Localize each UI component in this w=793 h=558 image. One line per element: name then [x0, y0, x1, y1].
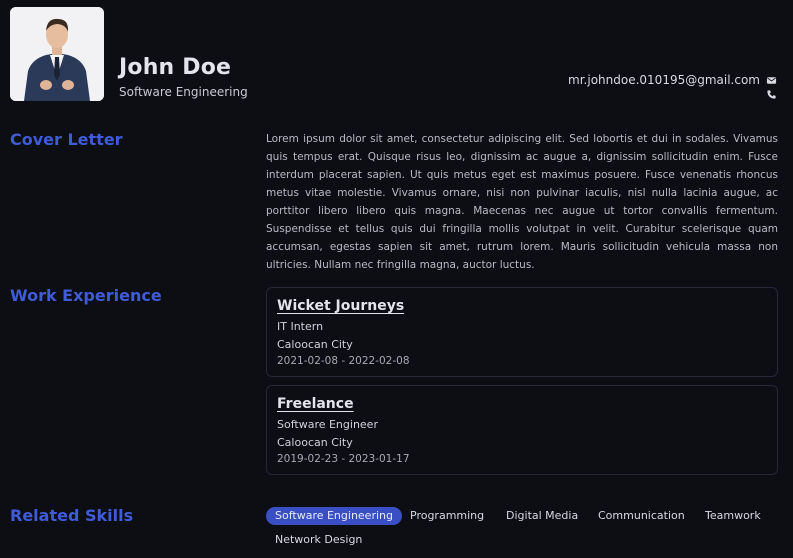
avatar — [10, 7, 104, 101]
skill-chip[interactable]: Digital Media — [497, 507, 587, 525]
job-card: Freelance Software Engineer Caloocan Cit… — [266, 385, 778, 475]
skill-chip[interactable]: Communication — [589, 507, 694, 525]
section-title-cover-letter: Cover Letter — [10, 130, 123, 149]
job-role: Software Engineer — [277, 418, 378, 431]
profile-header: John Doe Software Engineering mr.johndoe… — [0, 0, 793, 110]
section-title-related-skills: Related Skills — [10, 506, 134, 525]
job-dates: 2021-02-08 - 2022-02-08 — [277, 355, 410, 367]
job-role: IT Intern — [277, 320, 324, 333]
job-card: Wicket Journeys IT Intern Caloocan City … — [266, 287, 778, 377]
job-location: Caloocan City — [277, 436, 353, 449]
email-text[interactable]: mr.johndoe.010195@gmail.com — [568, 73, 760, 87]
skill-chip[interactable]: Teamwork — [696, 507, 770, 525]
job-company[interactable]: Wicket Journeys — [277, 298, 404, 314]
cover-letter-text: Lorem ipsum dolor sit amet, consectetur … — [266, 133, 778, 271]
profile-title: Software Engineering — [119, 85, 248, 99]
job-location: Caloocan City — [277, 338, 353, 351]
job-dates: 2019-02-23 - 2023-01-17 — [277, 453, 410, 465]
avatar-photo — [10, 7, 104, 101]
phone-icon — [767, 90, 776, 99]
email-contact[interactable]: mr.johndoe.010195@gmail.com — [568, 73, 777, 87]
profile-name: John Doe — [119, 55, 232, 80]
section-title-work-experience: Work Experience — [10, 286, 162, 305]
job-company[interactable]: Freelance — [277, 396, 354, 412]
phone-contact[interactable] — [766, 89, 777, 100]
skill-chip[interactable]: Programming — [401, 507, 493, 525]
skill-chip[interactable]: Software Engineering — [266, 507, 402, 525]
envelope-icon — [766, 76, 777, 84]
skill-chip[interactable]: Network Design — [266, 531, 371, 549]
